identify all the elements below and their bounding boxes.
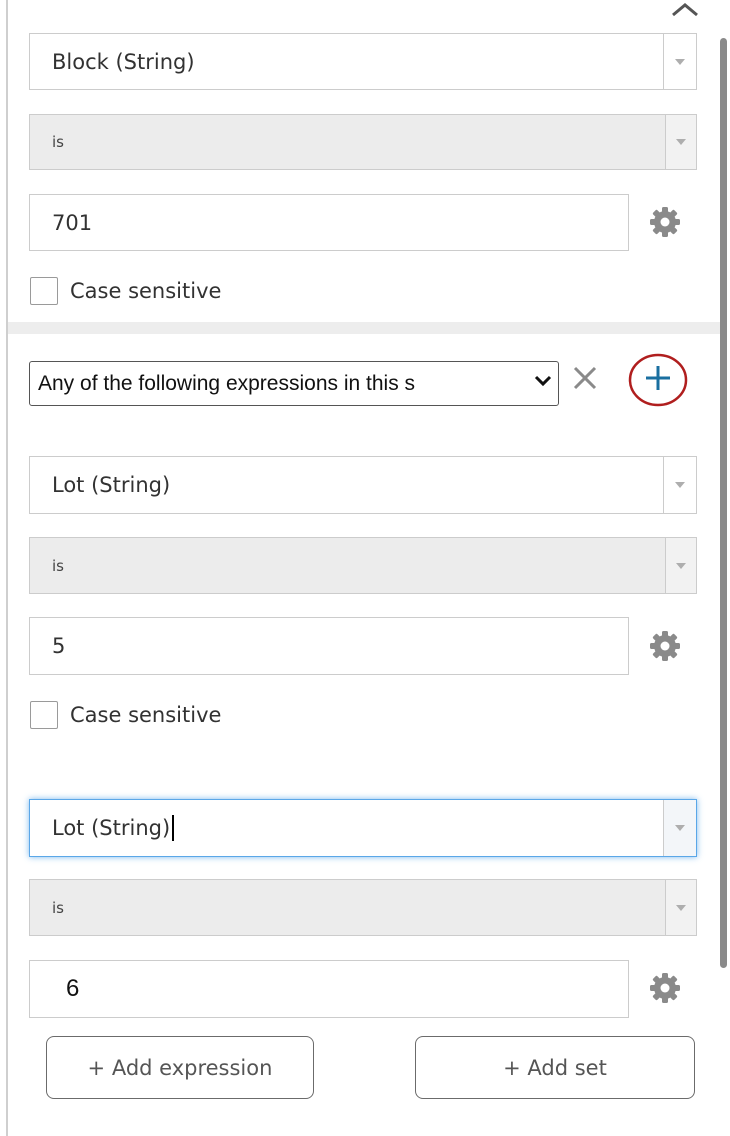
case-sensitive-checkbox[interactable] (30, 277, 58, 305)
operator-select-value: is (52, 556, 64, 575)
field-select-lot[interactable]: Lot (String) (29, 456, 697, 514)
value-input-lot[interactable]: 5 (29, 617, 629, 675)
gear-icon[interactable] (649, 630, 681, 662)
operator-select-value: is (52, 898, 64, 917)
plus-icon[interactable] (628, 353, 688, 407)
add-set-button[interactable]: + Add set (415, 1036, 695, 1099)
case-sensitive-row[interactable]: Case sensitive (30, 277, 221, 305)
value-input-text: 5 (52, 634, 66, 658)
field-select-value: Lot (String) (52, 473, 171, 497)
dropdown-arrow-icon[interactable] (665, 115, 696, 169)
operator-select-value: is (52, 133, 64, 151)
scroll-up-icon[interactable] (668, 0, 702, 18)
filter-panel: Block (String) is 701 Case sensitive Any… (0, 0, 730, 1136)
set-mode-select[interactable]: Any of the following expressions in this… (29, 361, 559, 406)
operator-select-lot-2[interactable]: is (29, 879, 697, 936)
dropdown-arrow-icon[interactable] (665, 880, 696, 935)
case-sensitive-checkbox[interactable] (30, 701, 58, 729)
chevron-down-icon (534, 375, 552, 387)
field-select-block[interactable]: Block (String) (29, 33, 697, 90)
field-select-value[interactable]: Lot (String) (52, 800, 175, 856)
set-mode-value: Any of the following expressions in this… (38, 371, 416, 395)
operator-select-block[interactable]: is (29, 114, 697, 170)
gear-icon[interactable] (649, 972, 681, 1004)
dropdown-arrow-icon[interactable] (665, 538, 696, 593)
value-input-block[interactable]: 701 (29, 194, 629, 251)
add-expression-button[interactable]: + Add expression (46, 1036, 314, 1099)
case-sensitive-label: Case sensitive (70, 703, 222, 727)
text-cursor (172, 815, 175, 841)
panel-left-border (6, 0, 8, 1136)
gear-icon[interactable] (649, 206, 681, 238)
dropdown-arrow-icon[interactable] (663, 457, 696, 513)
value-input-text: 6 (66, 975, 80, 1002)
value-input-lot-2[interactable]: 6 (29, 960, 629, 1018)
scrollbar[interactable] (716, 0, 730, 1000)
case-sensitive-label: Case sensitive (70, 279, 222, 303)
value-input-text: 701 (52, 210, 93, 235)
close-icon[interactable] (569, 362, 601, 394)
operator-select-lot[interactable]: is (29, 537, 697, 594)
section-divider (8, 322, 720, 334)
case-sensitive-row[interactable]: Case sensitive (30, 701, 221, 729)
field-select-lot-active[interactable]: Lot (String) (29, 799, 697, 857)
field-select-text: Lot (String) (52, 816, 171, 840)
scrollbar-thumb[interactable] (720, 38, 727, 968)
dropdown-arrow-icon[interactable] (663, 800, 696, 856)
dropdown-arrow-icon[interactable] (663, 34, 696, 89)
field-select-value: Block (String) (52, 49, 195, 74)
